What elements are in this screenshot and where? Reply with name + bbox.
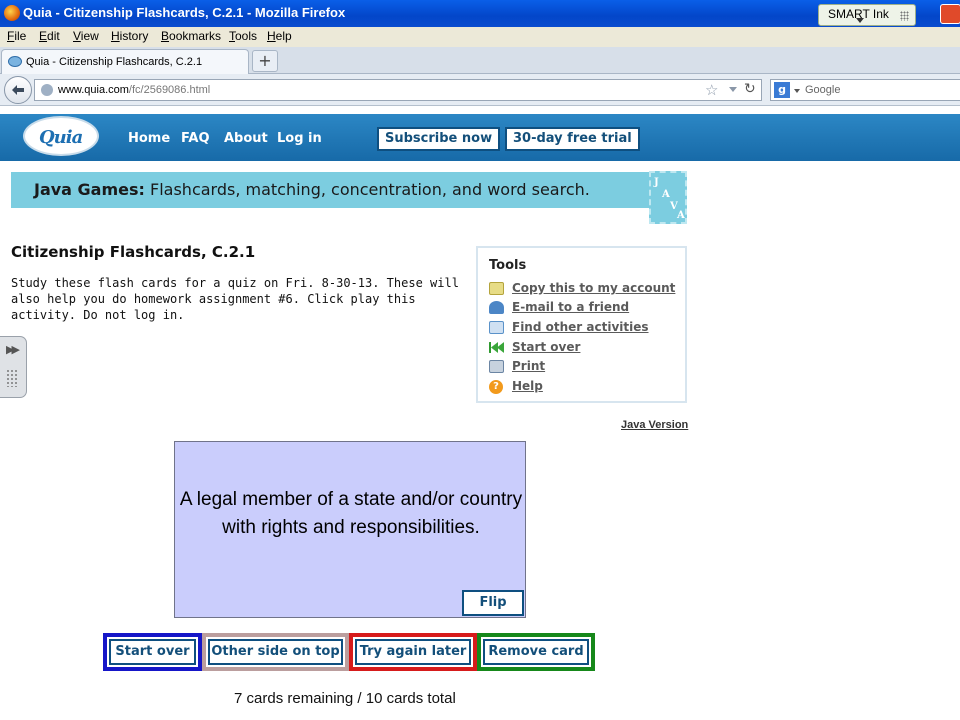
- url-bar[interactable]: www.quia.com/fc/2569086.html ☆ ↻: [34, 79, 762, 101]
- cards-remaining-status: 7 cards remaining / 10 cards total: [234, 690, 456, 707]
- page-content: Quia Home FAQ About Log in Subscribe now…: [0, 107, 960, 720]
- email-person-icon: [489, 301, 504, 314]
- menu-file[interactable]: File: [7, 29, 26, 43]
- flip-button[interactable]: Flip: [462, 590, 524, 616]
- site-header: Quia Home FAQ About Log in Subscribe now…: [0, 114, 960, 161]
- nav-home-link[interactable]: Home: [128, 131, 170, 146]
- menu-tools[interactable]: Tools: [229, 29, 257, 43]
- smart-sidebar-handle[interactable]: ▶▶: [0, 336, 27, 398]
- reload-icon[interactable]: ↻: [744, 81, 756, 97]
- globe-icon: [41, 84, 53, 96]
- firefox-logo-icon: [4, 5, 20, 21]
- nav-login-link[interactable]: Log in: [277, 131, 322, 146]
- double-chevron-right-icon[interactable]: ▶▶: [6, 343, 20, 356]
- menu-edit[interactable]: Edit: [39, 29, 60, 43]
- banner-text: Java Games: Flashcards, matching, concen…: [34, 180, 590, 199]
- flashcard-action-row: Start over Other side on top Try again l…: [103, 633, 595, 671]
- menu-bookmarks[interactable]: Bookmarks: [161, 29, 221, 43]
- navigation-bar: www.quia.com/fc/2569086.html ☆ ↻ g Googl…: [0, 74, 960, 106]
- remove-card-button[interactable]: Remove card: [477, 633, 595, 671]
- back-arrow-icon: [12, 85, 24, 95]
- back-button[interactable]: [4, 76, 32, 104]
- menu-bar: File Edit View History Bookmarks Tools H…: [0, 27, 960, 47]
- window-title: Quia - Citizenship Flashcards, C.2.1 - M…: [23, 5, 346, 20]
- bookmark-star-icon[interactable]: ☆: [705, 81, 718, 99]
- find-icon: [489, 321, 504, 334]
- java-cup-icon: J A V A: [649, 171, 687, 224]
- window-close-button[interactable]: [940, 4, 960, 24]
- window-title-bar: Quia - Citizenship Flashcards, C.2.1 - M…: [0, 0, 960, 27]
- free-trial-button[interactable]: 30-day free trial: [505, 127, 640, 151]
- smart-ink-dropdown-icon[interactable]: [856, 18, 864, 23]
- grip-icon[interactable]: [6, 369, 18, 387]
- tools-panel: Tools Copy this to my account E-mail to …: [476, 246, 687, 403]
- quia-favicon-icon: [8, 56, 22, 67]
- tab-label: Quia - Citizenship Flashcards, C.2.1: [26, 56, 203, 68]
- tab-strip: Quia - Citizenship Flashcards, C.2.1 +: [0, 47, 960, 74]
- url-text[interactable]: www.quia.com/fc/2569086.html: [58, 84, 210, 96]
- try-again-later-button[interactable]: Try again later: [349, 633, 477, 671]
- menu-view[interactable]: View: [73, 29, 99, 43]
- start-over-button[interactable]: Start over: [103, 633, 202, 671]
- tools-heading: Tools: [489, 258, 527, 273]
- url-history-dropdown-icon[interactable]: [729, 87, 737, 92]
- copy-icon: [489, 282, 504, 295]
- nav-about-link[interactable]: About: [224, 131, 268, 146]
- subscribe-button[interactable]: Subscribe now: [377, 127, 501, 151]
- quia-logo-text: Quia: [39, 127, 83, 148]
- search-input[interactable]: Google: [805, 84, 840, 96]
- nav-faq-link[interactable]: FAQ: [181, 131, 210, 146]
- rewind-icon: [489, 342, 504, 353]
- activity-title: Citizenship Flashcards, C.2.1: [11, 243, 256, 261]
- flashcard-text: A legal member of a state and/or country…: [179, 489, 523, 538]
- search-bar[interactable]: g Google: [770, 79, 960, 101]
- grip-icon[interactable]: [900, 11, 909, 21]
- menu-help[interactable]: Help: [267, 29, 292, 43]
- google-engine-icon[interactable]: g: [774, 82, 790, 98]
- menu-history[interactable]: History: [111, 29, 148, 43]
- smart-ink-toolbar[interactable]: SMART Ink: [818, 4, 916, 26]
- search-engine-dropdown-icon[interactable]: [794, 89, 800, 93]
- new-tab-button[interactable]: +: [252, 50, 278, 72]
- quia-logo[interactable]: Quia: [23, 116, 99, 156]
- help-icon: ?: [489, 380, 503, 394]
- flashcard[interactable]: A legal member of a state and/or country…: [174, 441, 526, 618]
- java-version-link[interactable]: Java Version: [621, 419, 688, 431]
- printer-icon: [489, 360, 504, 373]
- other-side-on-top-button[interactable]: Other side on top: [202, 633, 349, 671]
- activity-description: Study these flash cards for a quiz on Fr…: [11, 276, 459, 322]
- java-games-banner[interactable]: Java Games: Flashcards, matching, concen…: [11, 171, 687, 224]
- tab-quia-flashcards[interactable]: Quia - Citizenship Flashcards, C.2.1: [1, 49, 249, 74]
